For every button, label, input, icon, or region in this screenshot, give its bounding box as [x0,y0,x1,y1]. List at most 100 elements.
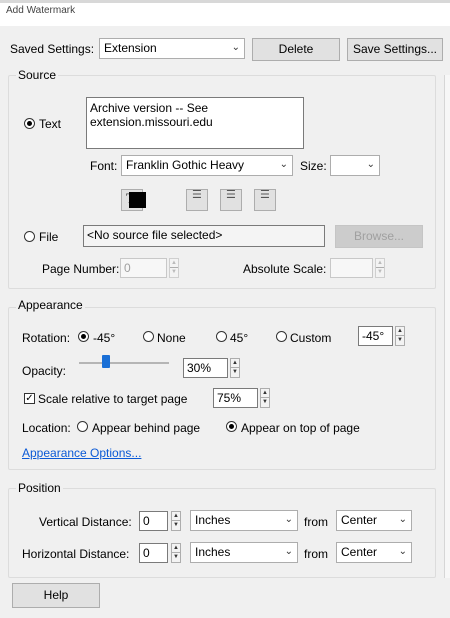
align-right-button[interactable]: ☰ [254,189,276,211]
save-settings-button[interactable]: Save Settings... [347,38,443,61]
file-path-field[interactable]: <No source file selected> [83,225,325,247]
opacity-label: Opacity: [22,364,67,378]
rotation-option-none: None [157,331,186,345]
vertical-distance-label: Vertical Distance: [39,515,132,529]
absolute-scale-label: Absolute Scale: [243,262,327,276]
spin-down-icon: ▼ [232,369,238,375]
location-top-label: Appear on top of page [241,421,360,435]
horizontal-from-value: Center [341,545,378,559]
opacity-input[interactable]: 30% [183,358,228,378]
spin-up-icon: ▲ [170,260,178,268]
chevron-down-icon: ⌄ [284,546,293,557]
vertical-distance-spinner[interactable]: ▲ ▼ [171,511,181,531]
horizontal-distance-spinner[interactable]: ▲ ▼ [171,543,181,563]
color-swatch-icon [129,192,146,208]
text-radio-label: Text [39,117,62,131]
horizontal-unit-select[interactable]: Inches ⌄ [190,542,298,563]
appearance-group-label: Appearance [16,298,85,312]
vertical-unit-value: Inches [195,513,231,527]
rotation-radio-none[interactable] [143,331,154,342]
chevron-down-icon: ⌄ [366,159,375,170]
rotation-option-custom: Custom [290,331,332,345]
rotation-radio-45[interactable] [216,331,227,342]
location-label: Location: [22,421,71,435]
rotation-radio-custom[interactable] [276,331,287,342]
scale-spinner[interactable]: ▲ ▼ [260,388,270,408]
font-select[interactable]: Franklin Gothic Heavy ⌄ [121,155,293,176]
spin-up-icon: ▲ [376,260,384,268]
file-radio[interactable] [24,231,35,242]
window-title: Add Watermark [6,5,76,16]
spin-down-icon: ▼ [173,522,179,528]
location-behind-radio[interactable] [77,421,88,432]
chevron-down-icon: ⌄ [279,159,288,170]
horizontal-unit-value: Inches [195,545,231,559]
browse-button[interactable]: Browse... [335,225,423,248]
scale-label: Scale relative to target page [38,392,188,406]
vertical-distance-input[interactable]: 0 [139,511,168,531]
scale-input[interactable]: 75% [213,388,258,408]
font-label: Font: [90,159,118,173]
rotation-option-minus45: -45° [93,331,116,345]
title-bar: Add Watermark [0,0,450,26]
opacity-slider-track[interactable] [79,362,169,364]
saved-settings-label: Saved Settings: [10,42,95,56]
vertical-from-select[interactable]: Center ⌄ [336,510,412,531]
rotation-option-45: 45° [230,331,249,345]
text-color-button[interactable] [127,189,151,211]
spin-up-icon: ▲ [261,390,269,398]
size-select[interactable]: ⌄ [330,155,380,176]
horizontal-distance-label: Horizontal Distance: [22,547,130,561]
opacity-slider-thumb[interactable] [102,355,110,368]
page-number-label: Page Number: [42,262,120,276]
page-number-input[interactable]: 0 [120,258,167,278]
custom-rotation-input[interactable]: -45° [358,326,393,346]
vertical-unit-select[interactable]: Inches ⌄ [190,510,298,531]
align-left-icon: ☰ [192,189,202,201]
custom-rotation-spinner[interactable]: ▲ ▼ [395,326,405,346]
position-group-label: Position [16,481,63,495]
spin-down-icon: ▼ [397,337,403,343]
chevron-down-icon: ⌄ [231,42,240,53]
delete-button[interactable]: Delete [252,38,340,61]
spin-down-icon: ▼ [262,399,268,405]
opacity-spinner[interactable]: ▲ ▼ [230,358,240,378]
location-top-radio[interactable] [226,421,237,432]
saved-settings-value: Extension [104,41,157,55]
align-center-icon: ☰ [226,189,236,201]
align-center-button[interactable]: ☰ [220,189,242,211]
right-preview-pane-edge [444,75,450,578]
help-button[interactable]: Help [12,583,100,608]
file-radio-label: File [39,230,59,244]
size-label: Size: [300,159,327,173]
page-number-spinner[interactable]: ▲ ▼ [169,258,179,278]
rotation-label: Rotation: [22,331,71,345]
title-bar-top-strip [0,0,450,3]
checkmark-icon: ✓ [25,393,34,404]
text-radio[interactable] [24,118,35,129]
source-group-label: Source [16,68,59,82]
watermark-text-area[interactable]: Archive version -- See extension.missour… [86,97,304,149]
horizontal-from-label: from [304,547,328,561]
spin-up-icon: ▲ [172,513,180,521]
spin-up-icon: ▲ [172,545,180,553]
font-value: Franklin Gothic Heavy [126,158,245,172]
chevron-down-icon: ⌄ [284,514,293,525]
horizontal-distance-input[interactable]: 0 [139,543,168,563]
spin-down-icon: ▼ [171,269,177,275]
absolute-scale-spinner[interactable]: ▲ ▼ [375,258,385,278]
spin-down-icon: ▼ [377,269,383,275]
appearance-options-link[interactable]: Appearance Options... [22,446,141,460]
scale-checkbox[interactable]: ✓ [24,393,35,404]
location-behind-label: Appear behind page [92,421,201,435]
align-left-button[interactable]: ☰ [186,189,208,211]
chevron-down-icon: ⌄ [398,546,407,557]
spin-down-icon: ▼ [173,554,179,560]
spin-up-icon: ▲ [396,328,404,336]
rotation-radio-minus45[interactable] [78,331,89,342]
saved-settings-select[interactable]: Extension ⌄ [99,38,245,59]
absolute-scale-input[interactable] [330,258,373,278]
align-right-icon: ☰ [260,189,270,201]
vertical-from-label: from [304,515,328,529]
horizontal-from-select[interactable]: Center ⌄ [336,542,412,563]
